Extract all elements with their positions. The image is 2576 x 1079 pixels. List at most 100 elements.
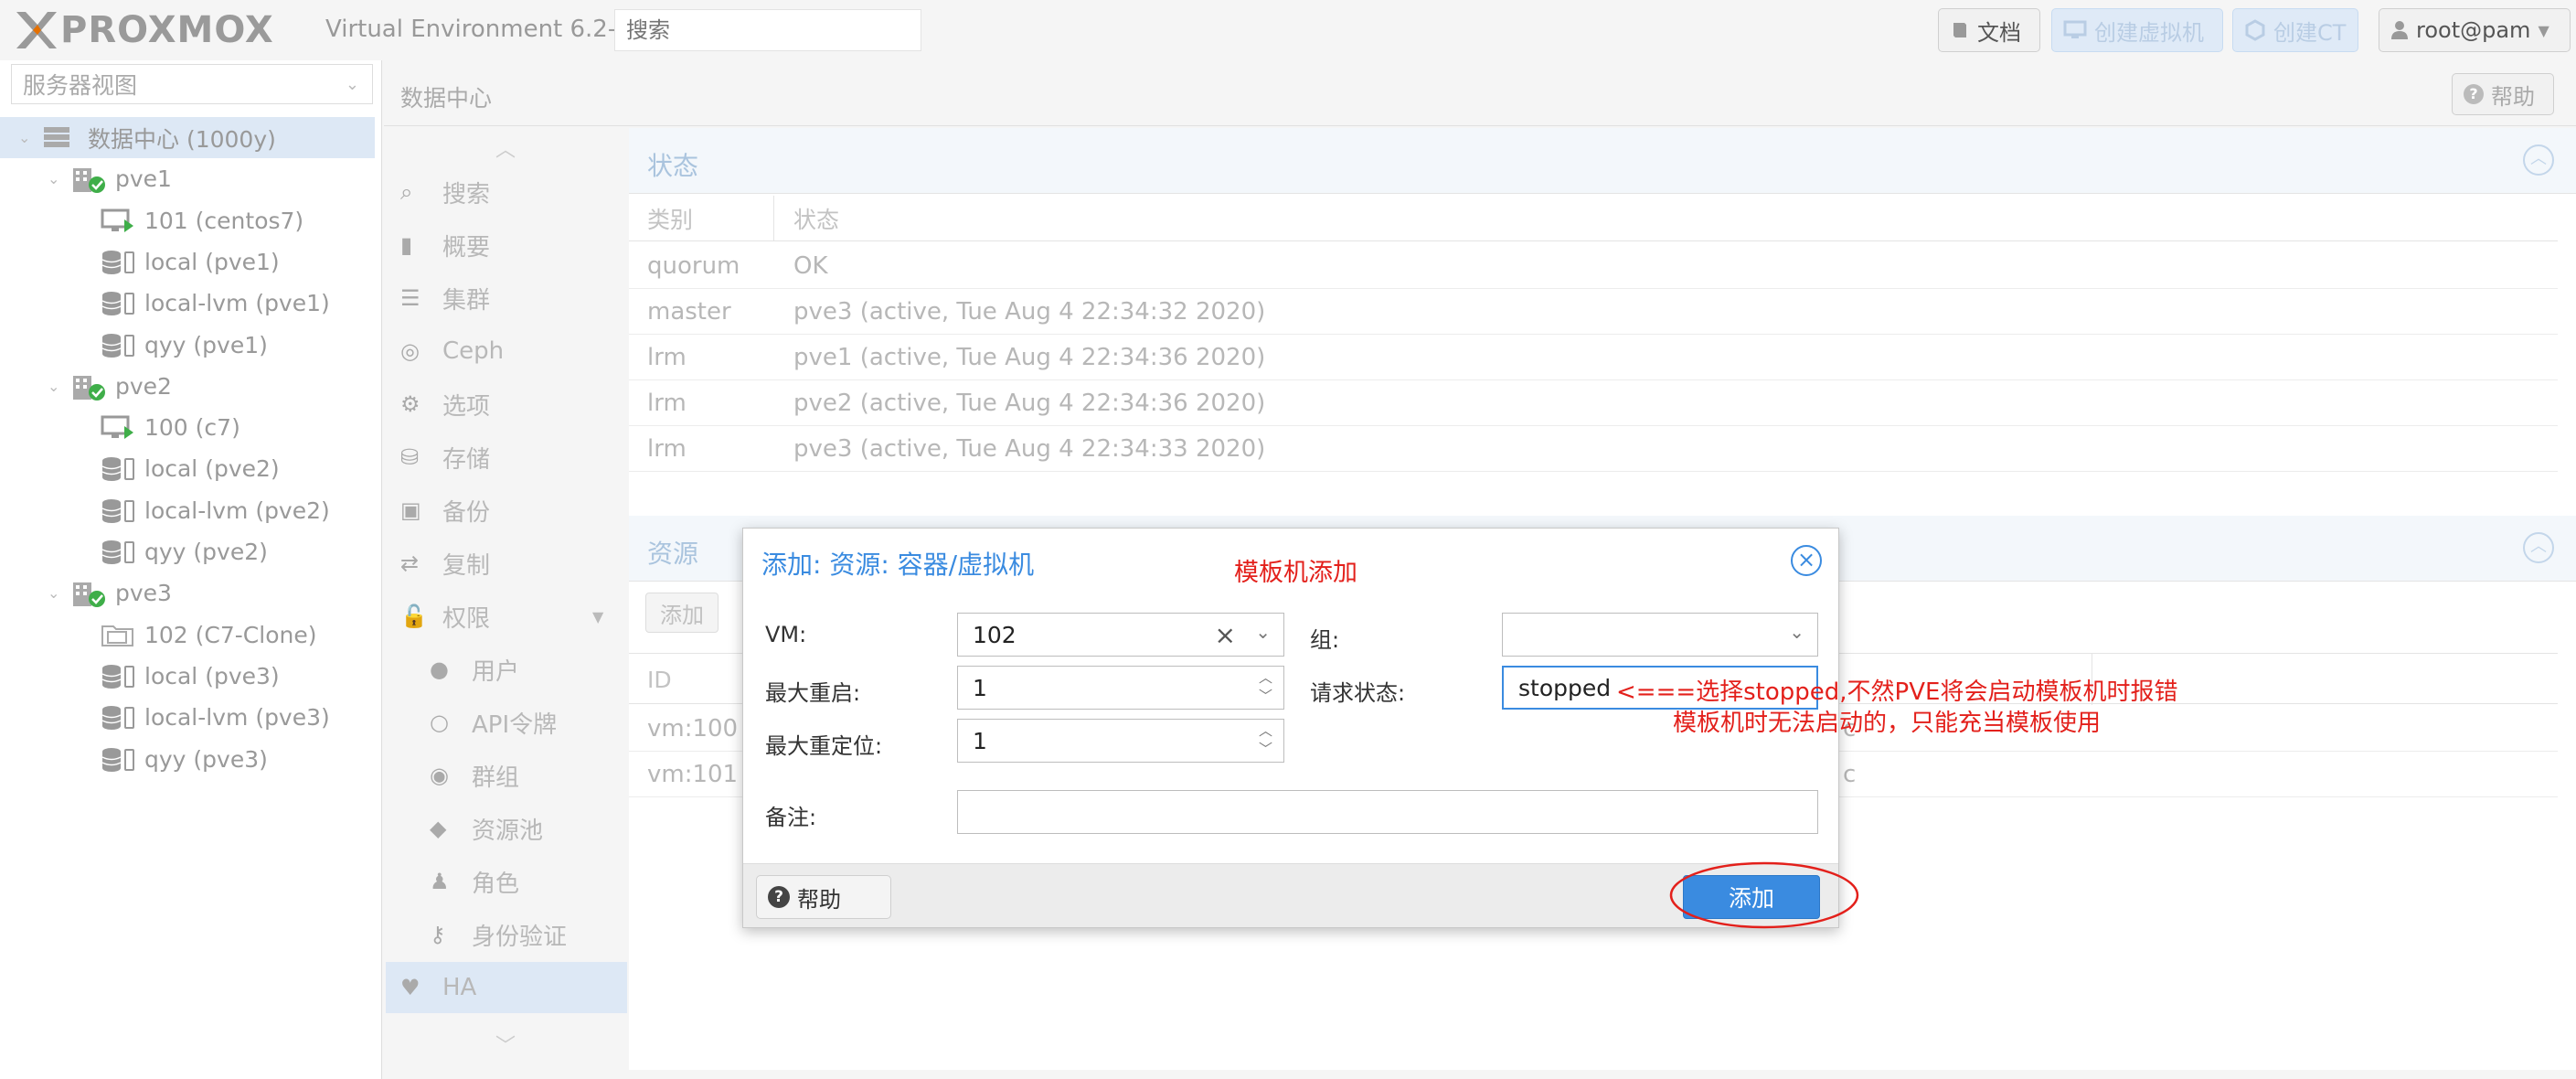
expand-toggle-icon[interactable]: ⌄ <box>18 129 30 146</box>
spinner-arrows-icon[interactable]: ︿ ﹀ <box>1259 668 1272 705</box>
search-icon: ⌕ <box>400 179 413 205</box>
tree-item[interactable]: local-lvm (pve1) <box>0 283 375 324</box>
close-icon[interactable]: × <box>1791 545 1822 576</box>
scroll-down-icon[interactable]: ﹀ <box>495 1030 516 1059</box>
status-row[interactable]: lrm pve2 (active, Tue Aug 4 22:34:36 2020… <box>629 380 2558 426</box>
request-state-label: 请求状态: <box>1310 680 1406 706</box>
heartbeat-icon: ♥ <box>400 975 420 1000</box>
status-row[interactable]: lrm pve3 (active, Tue Aug 4 22:34:33 2020… <box>629 426 2558 472</box>
dialog-title: 添加: 资源: 容器/虚拟机 <box>761 550 1035 580</box>
scroll-up-icon[interactable]: ︿ <box>495 134 516 163</box>
tree-item[interactable]: qyy (pve2) <box>0 531 375 572</box>
comment-input[interactable] <box>957 790 1818 834</box>
menu-item-13[interactable]: ♟ 角色 <box>386 856 627 907</box>
help-button[interactable]: ? 帮助 <box>2452 73 2554 115</box>
top-header: PROXMOX Virtual Environment 6.2-10 文档 创建… <box>0 0 2576 60</box>
collapse-icon[interactable]: ︿ <box>2523 144 2554 176</box>
tree-item[interactable]: local-lvm (pve3) <box>0 697 375 738</box>
menu-item-6[interactable]: ▣ 备份 <box>386 485 627 536</box>
menu-item-label: 存储 <box>442 445 491 474</box>
expand-toggle-icon[interactable]: ⌄ <box>48 584 59 602</box>
tree-item-label: 数据中心 (1000y) <box>88 125 276 153</box>
cube-icon <box>2245 19 2265 41</box>
menu-item-3[interactable]: ◎ Ceph <box>386 326 627 377</box>
book-icon: ▮ <box>400 232 413 258</box>
status-cell-status: pve2 (active, Tue Aug 4 22:34:36 2020) <box>793 389 1266 417</box>
tree-item[interactable]: 102 (C7-Clone) <box>0 614 375 656</box>
tree-item[interactable]: local (pve3) <box>0 656 375 697</box>
chevron-down-icon[interactable]: ⌄ <box>1255 621 1271 643</box>
column-header-id[interactable]: ID <box>647 667 672 693</box>
clear-icon[interactable]: × <box>1215 620 1236 650</box>
status-row[interactable]: quorum OK <box>629 243 2558 289</box>
tree-item-datacenter[interactable]: ⌄ 数据中心 (1000y) <box>0 117 375 158</box>
docs-button[interactable]: 文档 <box>1938 8 2040 52</box>
tree-item[interactable]: ⌄ pve2 <box>0 366 375 407</box>
status-cell-status: pve3 (active, Tue Aug 4 22:34:33 2020) <box>793 434 1266 463</box>
search-input[interactable] <box>614 9 921 51</box>
status-row[interactable]: lrm pve1 (active, Tue Aug 4 22:34:36 2020… <box>629 335 2558 380</box>
annotation-circle <box>1669 861 1859 929</box>
create-vm-button[interactable]: 创建虚拟机 <box>2051 8 2223 52</box>
column-header-type[interactable]: 类别 <box>647 202 693 235</box>
tree-item-label: 100 (c7) <box>144 414 240 442</box>
version-label: Virtual Environment 6.2-10 <box>325 16 647 43</box>
expand-toggle-icon[interactable]: ⌄ <box>48 170 59 187</box>
chevron-down-icon[interactable]: ⌄ <box>1789 621 1804 643</box>
column-header-status[interactable]: 状态 <box>793 202 839 235</box>
dialog-help-button[interactable]: ? 帮助 <box>756 875 891 919</box>
resource-add-button[interactable]: 添加 <box>645 593 719 633</box>
max-restart-label: 最大重启: <box>765 680 861 706</box>
menu-item-4[interactable]: ⚙ 选项 <box>386 379 627 430</box>
menu-item-8[interactable]: 🔓 权限 ▼ <box>386 591 627 642</box>
tree-item[interactable]: local (pve2) <box>0 448 375 489</box>
menu-item-15[interactable]: ♥ HA <box>386 962 627 1013</box>
tree-item[interactable]: 101 (centos7) <box>0 200 375 241</box>
tree-item[interactable]: qyy (pve3) <box>0 739 375 780</box>
menu-item-7[interactable]: ⇄ 复制 <box>386 538 627 589</box>
menu-item-1[interactable]: ▮ 概要 <box>386 219 627 271</box>
tree-item[interactable]: qyy (pve1) <box>0 325 375 366</box>
menu-item-label: API令牌 <box>472 710 558 739</box>
question-icon: ? <box>2464 84 2484 104</box>
vm-select[interactable]: 102 × ⌄ <box>957 613 1284 657</box>
unlock-icon: 🔓 <box>400 604 428 629</box>
group-select[interactable]: ⌄ <box>1502 613 1818 657</box>
datacenter-menu: ︿ ﹀ ⌕ 搜索 ▮ 概要 ☰ 集群 ◎ Ceph ⚙ 选项 ⛁ 存储 ▣ 备份 ⇄ 复制 🔓 权限 ▼ ● 用户 ○ AP… <box>386 128 627 1070</box>
storage-icon <box>101 498 137 524</box>
tree-item-label: local (pve3) <box>144 662 280 689</box>
spinner-arrows-icon[interactable]: ︿ ﹀ <box>1259 721 1272 758</box>
menu-item-2[interactable]: ☰ 集群 <box>386 272 627 324</box>
menu-item-label: 身份验证 <box>472 923 568 951</box>
menu-item-0[interactable]: ⌕ 搜索 <box>386 166 627 218</box>
max-relocate-spinner[interactable]: 1 ︿ ﹀ <box>957 719 1284 763</box>
menu-item-5[interactable]: ⛁ 存储 <box>386 432 627 483</box>
max-relocate-label: 最大重定位: <box>765 733 883 759</box>
menu-item-10[interactable]: ○ API令牌 <box>386 697 627 748</box>
vm-icon <box>101 415 137 441</box>
menu-item-12[interactable]: ◆ 资源池 <box>386 803 627 854</box>
create-ct-button[interactable]: 创建CT <box>2232 8 2358 52</box>
collapse-icon[interactable]: ︿ <box>2523 532 2554 563</box>
menu-item-9[interactable]: ● 用户 <box>386 644 627 695</box>
chevron-down-icon[interactable]: ▼ <box>592 608 603 625</box>
status-panel-header: 状态 ︿ <box>629 128 2576 194</box>
gear-icon: ⚙ <box>400 391 420 417</box>
resource-cell-id: vm:100 <box>647 714 739 742</box>
menu-item-14[interactable]: ⚷ 身份验证 <box>386 909 627 960</box>
status-row[interactable]: master pve3 (active, Tue Aug 4 22:34:32 2… <box>629 289 2558 335</box>
question-icon: ? <box>768 886 790 908</box>
user-menu-button[interactable]: root@pam ▼ <box>2379 8 2571 52</box>
ceph-icon: ◎ <box>400 338 420 364</box>
tree-item[interactable]: local-lvm (pve2) <box>0 490 375 531</box>
tree-item[interactable]: ⌄ pve1 <box>0 158 375 199</box>
tree-item[interactable]: local (pve1) <box>0 241 375 283</box>
expand-toggle-icon[interactable]: ⌄ <box>48 378 59 395</box>
retweet-icon: ⇄ <box>400 550 420 576</box>
status-cell-status: pve1 (active, Tue Aug 4 22:34:36 2020) <box>793 343 1266 371</box>
view-selector[interactable]: 服务器视图 ⌄ <box>11 64 373 104</box>
max-restart-spinner[interactable]: 1 ︿ ﹀ <box>957 666 1284 710</box>
tree-item[interactable]: 100 (c7) <box>0 407 375 448</box>
tree-item[interactable]: ⌄ pve3 <box>0 572 375 614</box>
menu-item-11[interactable]: ◉ 群组 <box>386 750 627 801</box>
